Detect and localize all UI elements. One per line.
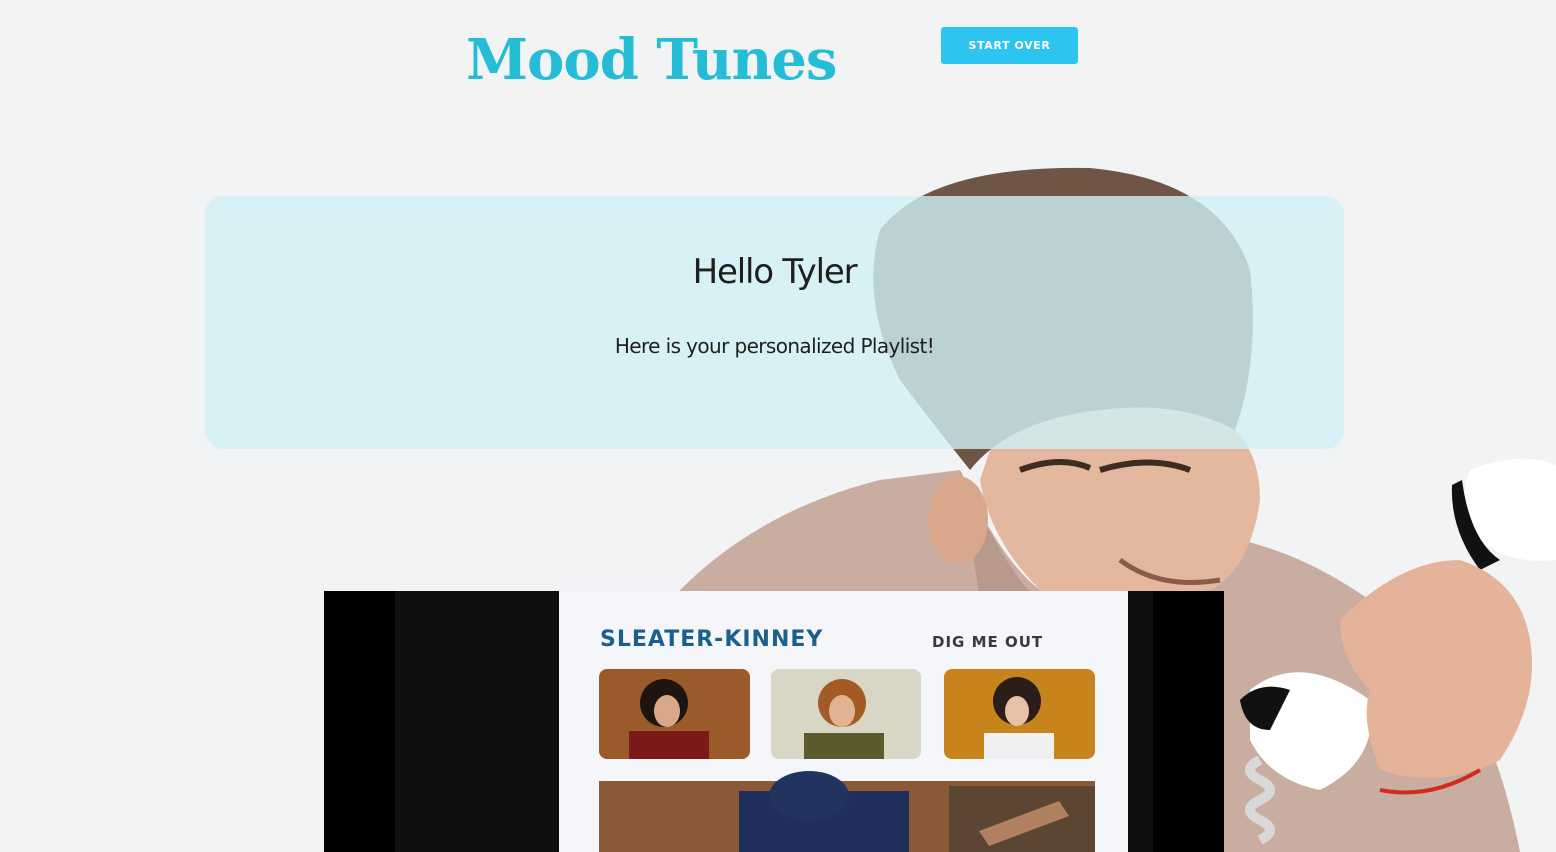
greeting-title: Hello Tyler (692, 252, 858, 292)
site-title: Mood Tunes (466, 27, 837, 93)
greeting-card: Hello Tyler Here is your personalized Pl… (205, 196, 1344, 449)
greeting-subtitle: Here is your personalized Playlist! (614, 334, 935, 358)
start-over-button[interactable]: START OVER (941, 27, 1078, 64)
video-frame: SLEATER-KINNEY DIG ME OUT (395, 591, 1153, 852)
album-title: DIG ME OUT (932, 633, 1044, 651)
video-player[interactable]: SLEATER-KINNEY DIG ME OUT (324, 591, 1224, 852)
album-cover: SLEATER-KINNEY DIG ME OUT (559, 591, 1128, 852)
album-artist: SLEATER-KINNEY (600, 627, 824, 652)
